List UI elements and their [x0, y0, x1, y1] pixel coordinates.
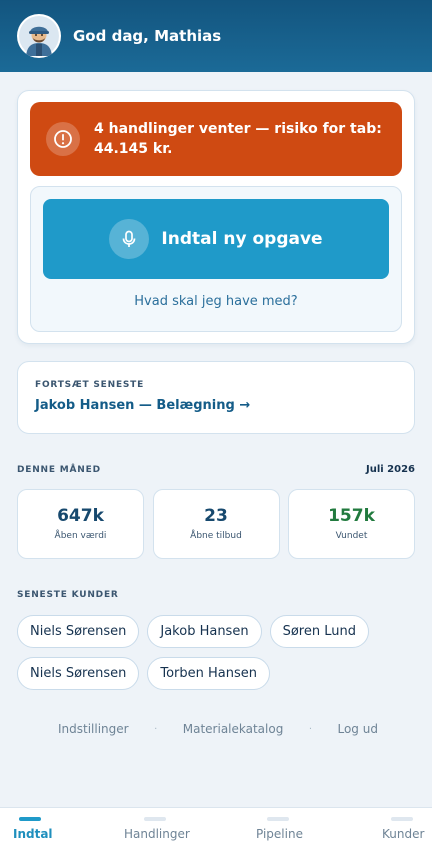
tab-label: Kunder	[382, 827, 425, 841]
record-task-button[interactable]: Indtal ny opgave	[43, 199, 389, 279]
customer-chip[interactable]: Jakob Hansen	[147, 615, 262, 648]
customer-chip[interactable]: Niels Sørensen	[17, 657, 140, 690]
continue-latest-link[interactable]: Jakob Hansen — Belægning →	[35, 398, 414, 413]
stat-open-value[interactable]: 647k Åben værdi	[17, 489, 144, 559]
footer-links: Indstillinger · Materialekatalog · Log u…	[58, 722, 378, 736]
recent-customers-list: Niels Sørensen Jakob Hansen Søren Lund N…	[17, 615, 415, 690]
tab-indicator	[19, 817, 41, 821]
tab-indtal[interactable]: Indtal	[13, 808, 73, 851]
tab-handlinger[interactable]: Handlinger	[123, 808, 203, 851]
material-catalog-link[interactable]: Materialekatalog	[183, 722, 284, 736]
continue-latest-card[interactable]: FORTSÆT SENESTE Jakob Hansen — Belægning…	[17, 361, 415, 434]
tab-indicator	[144, 817, 166, 821]
stat-value: 647k	[57, 506, 104, 526]
customer-chip[interactable]: Niels Sørensen	[17, 615, 140, 648]
tab-indicator	[391, 817, 413, 821]
voice-hint-link[interactable]: Hvad skal jeg have med?	[31, 294, 401, 309]
record-task-label: Indtal ny opgave	[161, 229, 323, 249]
stat-value: 23	[204, 506, 228, 526]
voice-panel: Indtal ny opgave Hvad skal jeg have med?	[30, 186, 402, 332]
tab-label: Pipeline	[256, 827, 303, 841]
stat-open-quotes[interactable]: 23 Åbne tilbud	[152, 489, 280, 559]
tab-label: Handlinger	[124, 827, 190, 841]
separator-dot: ·	[308, 723, 312, 735]
tab-kunder[interactable]: Kunder	[381, 808, 431, 851]
microphone-icon	[109, 219, 150, 259]
stat-won[interactable]: 157k Vundet	[288, 489, 415, 559]
action-card: 4 handlinger venter — risiko for tab: 44…	[17, 90, 415, 344]
month-header: DENNE MÅNED Juli 2026	[17, 464, 415, 475]
customer-chip[interactable]: Torben Hansen	[147, 657, 271, 690]
recent-customers-title: SENESTE KUNDER	[17, 590, 119, 600]
pending-actions-alert[interactable]: 4 handlinger venter — risiko for tab: 44…	[30, 102, 402, 176]
tab-label: Indtal	[13, 827, 53, 841]
month-stats: 647k Åben værdi 23 Åbne tilbud 157k Vund…	[17, 489, 415, 559]
month-title: DENNE MÅNED	[17, 464, 101, 475]
continue-eyebrow: FORTSÆT SENESTE	[35, 380, 145, 390]
settings-link[interactable]: Indstillinger	[58, 722, 129, 736]
stat-label: Åben værdi	[54, 531, 107, 541]
month-date: Juli 2026	[365, 464, 415, 475]
customer-chip[interactable]: Søren Lund	[269, 615, 369, 648]
tab-pipeline[interactable]: Pipeline	[255, 808, 325, 851]
logout-link[interactable]: Log ud	[337, 722, 377, 736]
alert-circle-icon	[46, 122, 80, 156]
separator-dot: ·	[154, 723, 158, 735]
tab-indicator	[267, 817, 289, 821]
stat-label: Vundet	[335, 531, 368, 541]
app-header: God dag, Mathias	[0, 0, 432, 72]
stat-value: 157k	[328, 506, 375, 526]
worker-avatar-icon[interactable]	[17, 14, 61, 58]
bottom-tab-bar: Indtal Handlinger Pipeline Kunder	[0, 807, 432, 851]
alert-text: 4 handlinger venter — risiko for tab: 44…	[94, 121, 382, 157]
stat-label: Åbne tilbud	[190, 531, 242, 541]
greeting-text: God dag, Mathias	[73, 27, 222, 45]
